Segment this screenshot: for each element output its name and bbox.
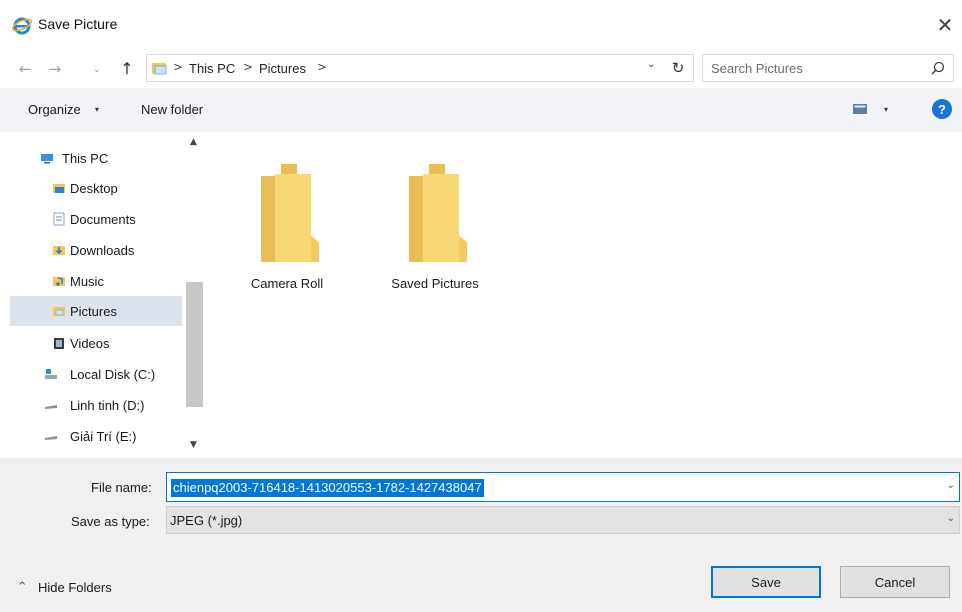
local-disk-icon — [45, 369, 57, 379]
sidebar-item-label: Pictures — [70, 303, 117, 319]
address-bar[interactable]: > This PC > Pictures > ⌄ ↻ — [146, 54, 694, 82]
sidebar-item-local-disk-c[interactable]: Local Disk (C:) — [10, 359, 182, 389]
breadcrumb-pictures[interactable]: Pictures — [259, 61, 306, 76]
recent-locations-button[interactable]: ⌄ — [89, 58, 105, 80]
drive-icon — [45, 405, 57, 409]
window-title: Save Picture — [38, 16, 118, 32]
save-as-type-value: JPEG (*.jpg) — [170, 513, 243, 528]
sidebar-item-pictures[interactable]: Pictures — [10, 296, 182, 326]
scroll-down-arrow[interactable]: ▼ — [190, 440, 197, 450]
sidebar-item-music[interactable]: Music — [10, 266, 182, 296]
file-name-label: File name: — [91, 480, 152, 495]
command-toolbar: Organize ▾ New folder ▾ ? — [0, 88, 962, 132]
cancel-button[interactable]: Cancel — [840, 566, 950, 598]
refresh-button[interactable]: ↻ — [667, 57, 689, 79]
organize-dropdown-icon[interactable]: ▾ — [95, 105, 99, 114]
sidebar-item-videos[interactable]: Videos — [10, 328, 182, 358]
drive-icon — [45, 436, 57, 440]
close-button[interactable]: ✕ — [928, 8, 962, 42]
downloads-folder-icon — [53, 246, 65, 255]
organize-button[interactable]: Organize — [28, 102, 81, 117]
desktop-folder-icon — [53, 184, 65, 193]
breadcrumb-separator: > — [317, 60, 328, 74]
sidebar-item-label: Giải Trí (E:) — [70, 428, 137, 444]
pictures-location-icon — [152, 63, 167, 75]
hide-folders-button[interactable]: Hide Folders — [38, 580, 112, 595]
up-one-level-button[interactable]: ↑ — [116, 57, 138, 79]
sidebar-item-label: Music — [70, 273, 104, 289]
sidebar-item-this-pc[interactable]: This PC — [10, 143, 182, 173]
sidebar-item-label: Local Disk (C:) — [70, 366, 156, 382]
sidebar-item-label: Desktop — [70, 180, 118, 196]
sidebar-item-label: This PC — [62, 150, 109, 166]
sidebar-item-label: Videos — [70, 335, 110, 351]
pictures-folder-icon — [53, 307, 65, 316]
sidebar-item-linh-tinh-d[interactable]: Linh tinh (D:) — [10, 390, 182, 420]
save-as-type-select[interactable]: JPEG (*.jpg) ⌄ — [166, 506, 960, 534]
sidebar-item-giai-tri-e[interactable]: Giải Trí (E:) — [10, 421, 182, 451]
save-as-type-label: Save as type: — [71, 514, 150, 529]
sidebar-item-downloads[interactable]: Downloads — [10, 235, 182, 265]
sidebar-item-label: Downloads — [70, 242, 135, 258]
sidebar-item-desktop[interactable]: Desktop — [10, 173, 182, 203]
back-button[interactable]: ← — [14, 58, 36, 80]
forward-button[interactable]: → — [44, 58, 66, 80]
scroll-up-arrow[interactable]: ▲ — [190, 137, 197, 147]
breadcrumb-separator: > — [243, 60, 254, 74]
folder-item-camera-roll[interactable]: Camera Roll — [227, 138, 347, 291]
music-folder-icon — [53, 277, 65, 286]
sidebar-item-label: Documents — [70, 211, 136, 227]
folder-label: Camera Roll — [250, 276, 324, 291]
documents-folder-icon — [53, 212, 65, 226]
folder-icon — [261, 164, 319, 262]
title-bar: Save Picture ✕ — [0, 0, 962, 50]
chevron-up-icon[interactable]: ^ — [18, 581, 26, 592]
file-list[interactable]: Camera Roll Saved Pictures — [205, 132, 962, 458]
search-box[interactable]: Search Pictures — [702, 54, 954, 82]
file-name-dropdown-icon[interactable]: ⌄ — [947, 480, 955, 491]
search-icon[interactable] — [929, 60, 947, 78]
folder-label: Saved Pictures — [391, 276, 479, 291]
videos-folder-icon — [54, 338, 64, 349]
folder-icon — [409, 164, 467, 262]
scrollbar-thumb[interactable] — [186, 282, 203, 407]
file-name-value[interactable]: chienpq2003-716418-1413020553-1782-14274… — [171, 479, 484, 497]
breadcrumb-separator: > — [173, 60, 184, 74]
view-options-icon[interactable] — [852, 102, 868, 116]
help-button[interactable]: ? — [932, 99, 952, 119]
address-dropdown-icon[interactable]: ⌄ — [647, 59, 655, 70]
sidebar-item-documents[interactable]: Documents — [10, 204, 182, 234]
navigation-pane[interactable]: This PC Desktop Documents Downloads Musi… — [0, 132, 204, 458]
computer-icon — [41, 154, 53, 164]
internet-explorer-icon — [11, 17, 33, 35]
save-options-panel: File name: chienpq2003-716418-1413020553… — [0, 458, 962, 612]
folder-item-saved-pictures[interactable]: Saved Pictures — [375, 138, 495, 291]
save-button[interactable]: Save — [711, 566, 821, 598]
file-name-field[interactable]: chienpq2003-716418-1413020553-1782-14274… — [166, 472, 960, 502]
save-as-type-dropdown-icon[interactable]: ⌄ — [947, 513, 955, 524]
search-input[interactable]: Search Pictures — [711, 61, 803, 76]
sidebar-item-label: Linh tinh (D:) — [70, 397, 145, 413]
new-folder-button[interactable]: New folder — [141, 102, 203, 117]
navigation-bar: ← → ⌄ ↑ > This PC > Pictures > ⌄ ↻ Searc… — [0, 50, 962, 86]
breadcrumb-this-pc[interactable]: This PC — [189, 61, 235, 76]
view-dropdown-icon[interactable]: ▾ — [884, 105, 888, 114]
